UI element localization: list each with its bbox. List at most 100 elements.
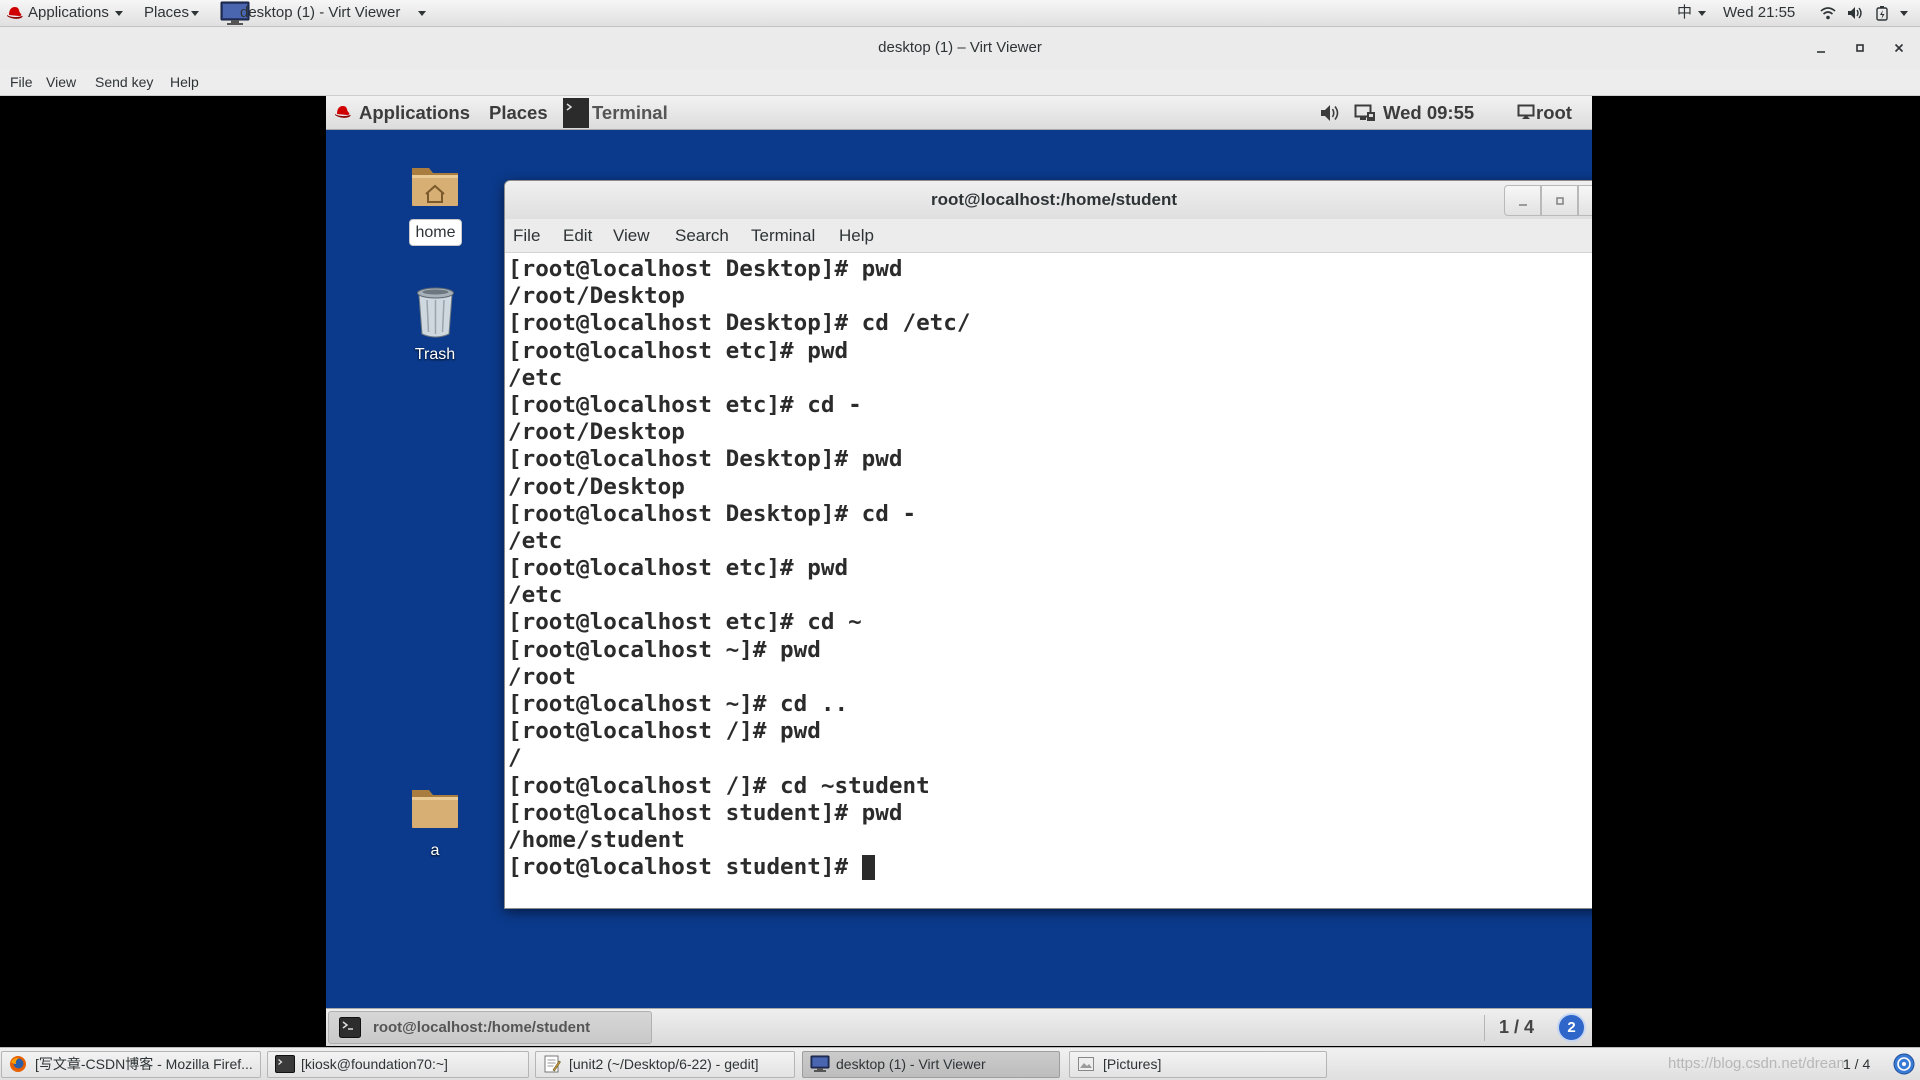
guest-screen[interactable]: Applications Places Terminal Wed 09:55 r… <box>326 96 1592 1046</box>
chevron-down-icon[interactable] <box>1900 11 1908 16</box>
window-buttons <box>1504 185 1592 216</box>
window-title: desktop (1) – Virt Viewer <box>878 39 1042 56</box>
volume-icon[interactable] <box>1320 104 1340 122</box>
desktop-icon-label[interactable]: home <box>409 219 462 246</box>
text-cursor <box>861 855 876 881</box>
taskbar-item-firefox[interactable]: [写文章-CSDN博客 - Mozilla Firef... <box>1 1051 261 1078</box>
taskbar-item-terminal[interactable]: [kiosk@foundation70:~] <box>267 1051 529 1078</box>
guest-taskbar-item-terminal[interactable]: root@localhost:/home/student <box>328 1011 652 1044</box>
guest-top-panel: Applications Places Terminal Wed 09:55 r… <box>326 96 1592 130</box>
taskbar-item-label: [kiosk@foundation70:~] <box>301 1056 448 1072</box>
terminal-line: [root@localhost etc]# cd ~ <box>508 609 862 636</box>
close-button[interactable] <box>1578 185 1592 216</box>
terminal-line: /root <box>508 663 577 690</box>
menu-view[interactable]: View <box>46 69 76 95</box>
desktop-icon-label[interactable]: Trash <box>380 343 490 367</box>
terminal-menu-terminal[interactable]: Terminal <box>751 219 815 252</box>
viewer-titlebar[interactable]: desktop (1) – Virt Viewer <box>0 27 1920 69</box>
terminal-line: [root@localhost Desktop]# pwd <box>508 446 903 473</box>
terminal-line: /root/Desktop <box>508 473 685 500</box>
maximize-icon <box>1555 196 1564 205</box>
terminal-window[interactable]: root@localhost:/home/student File Edit V… <box>504 180 1592 909</box>
menu-help[interactable]: Help <box>170 69 199 95</box>
terminal-line: /root/Desktop <box>508 283 685 310</box>
guest-applications-menu[interactable]: Applications <box>359 96 470 130</box>
terminal-menu-file[interactable]: File <box>513 219 540 252</box>
host-clock[interactable]: Wed 21:55 <box>1723 0 1795 26</box>
guest-active-window-title[interactable]: Terminal <box>592 96 668 130</box>
network-display-icon[interactable] <box>1354 104 1376 122</box>
terminal-menu-view[interactable]: View <box>613 219 650 252</box>
taskbar-item-pictures[interactable]: [Pictures] <box>1069 1051 1327 1078</box>
terminal-line: / <box>508 745 522 772</box>
terminal-icon <box>275 1055 295 1073</box>
taskbar-item-virt-viewer[interactable]: desktop (1) - Virt Viewer <box>802 1051 1060 1078</box>
terminal-line: [root@localhost student]# pwd <box>508 799 903 826</box>
guest-user-menu[interactable]: root <box>1536 96 1572 130</box>
wifi-icon[interactable] <box>1820 6 1836 20</box>
folder-icon[interactable] <box>408 780 462 834</box>
power-icon[interactable] <box>1876 5 1888 21</box>
terminal-line: [root@localhost ~]# cd .. <box>508 691 849 717</box>
menu-file[interactable]: File <box>10 69 33 95</box>
volume-icon[interactable] <box>1847 6 1863 20</box>
input-method-indicator[interactable]: 中 <box>1677 0 1692 26</box>
chevron-down-icon[interactable] <box>418 11 426 16</box>
terminal-title: root@localhost:/home/student <box>930 190 1178 209</box>
taskbar-item-label: desktop (1) - Virt Viewer <box>836 1056 986 1072</box>
redhat-icon[interactable] <box>6 6 24 21</box>
host-active-window-title[interactable]: desktop (1) - Virt Viewer <box>240 0 400 26</box>
host-applications-menu[interactable]: Applications <box>28 0 109 26</box>
terminal-line: /etc <box>508 364 563 391</box>
terminal-icon[interactable] <box>563 98 589 128</box>
terminal-line: [root@localhost etc]# pwd <box>508 337 849 364</box>
trash-icon[interactable] <box>411 284 460 340</box>
notification-badge[interactable]: 2 <box>1557 1013 1586 1042</box>
maximize-button[interactable] <box>1541 185 1578 216</box>
terminal-menu-edit[interactable]: Edit <box>563 219 592 252</box>
pictures-icon <box>1078 1057 1094 1071</box>
minimize-icon <box>1518 203 1527 206</box>
menu-send-key[interactable]: Send key <box>95 69 153 95</box>
terminal-line: [root@localhost Desktop]# pwd <box>508 256 903 282</box>
home-folder-icon[interactable] <box>408 158 462 212</box>
terminal-line: [root@localhost Desktop]# cd - <box>508 500 917 527</box>
terminal-menu-search[interactable]: Search <box>675 219 729 252</box>
chevron-down-icon[interactable] <box>191 11 199 16</box>
minimize-button[interactable] <box>1504 185 1541 216</box>
terminal-line: [root@localhost etc]# cd - <box>508 391 862 418</box>
host-top-panel: Applications Places desktop (1) - Virt V… <box>0 0 1920 27</box>
terminal-line: [root@localhost /]# pwd <box>508 718 821 745</box>
minimize-icon[interactable] <box>1815 42 1827 54</box>
terminal-line: [root@localhost etc]# pwd <box>508 555 849 582</box>
guest-taskbar-item-label: root@localhost:/home/student <box>373 1019 591 1036</box>
terminal-line: /etc <box>508 527 563 554</box>
host-places-menu[interactable]: Places <box>144 0 189 26</box>
terminal-prompt-line[interactable]: [root@localhost student]# <box>508 854 1592 881</box>
terminal-line: [root@localhost Desktop]# cd /etc/ <box>508 310 971 337</box>
user-icon[interactable] <box>1517 104 1535 121</box>
desktop-icon-label[interactable]: a <box>380 839 490 863</box>
redhat-icon[interactable] <box>334 105 352 120</box>
terminal-menu-help[interactable]: Help <box>839 219 874 252</box>
close-icon <box>1591 195 1593 207</box>
taskbar-item-gedit[interactable]: [unit2 (~/Desktop/6-22) - gedit] <box>535 1051 795 1078</box>
maximize-icon[interactable] <box>1854 42 1866 54</box>
host-workspace-indicator[interactable]: 1 / 4 <box>1843 1048 1870 1080</box>
terminal-titlebar[interactable]: root@localhost:/home/student <box>505 181 1592 219</box>
prompt-text: [root@localhost student]# <box>508 854 862 881</box>
firefox-icon <box>10 1056 26 1072</box>
chevron-down-icon[interactable] <box>1698 11 1706 16</box>
panel-separator <box>1484 1015 1485 1041</box>
guest-clock[interactable]: Wed 09:55 <box>1383 96 1474 130</box>
gedit-icon <box>544 1055 561 1073</box>
guest-places-menu[interactable]: Places <box>489 96 548 130</box>
message-tray-icon[interactable] <box>1893 1053 1915 1075</box>
terminal-text-area[interactable]: [root@localhost Desktop]# pwd /root/Desk… <box>505 253 1592 908</box>
chevron-down-icon[interactable] <box>115 11 123 16</box>
watermark: https://blog.csdn.net/dream <box>1668 1055 1849 1072</box>
guest-workspace-indicator[interactable]: 1 / 4 <box>1499 1009 1534 1046</box>
host-taskbar: https://blog.csdn.net/dream [写文章-CSDN博客 … <box>0 1047 1920 1080</box>
terminal-icon <box>339 1017 361 1038</box>
close-icon[interactable] <box>1893 42 1905 54</box>
